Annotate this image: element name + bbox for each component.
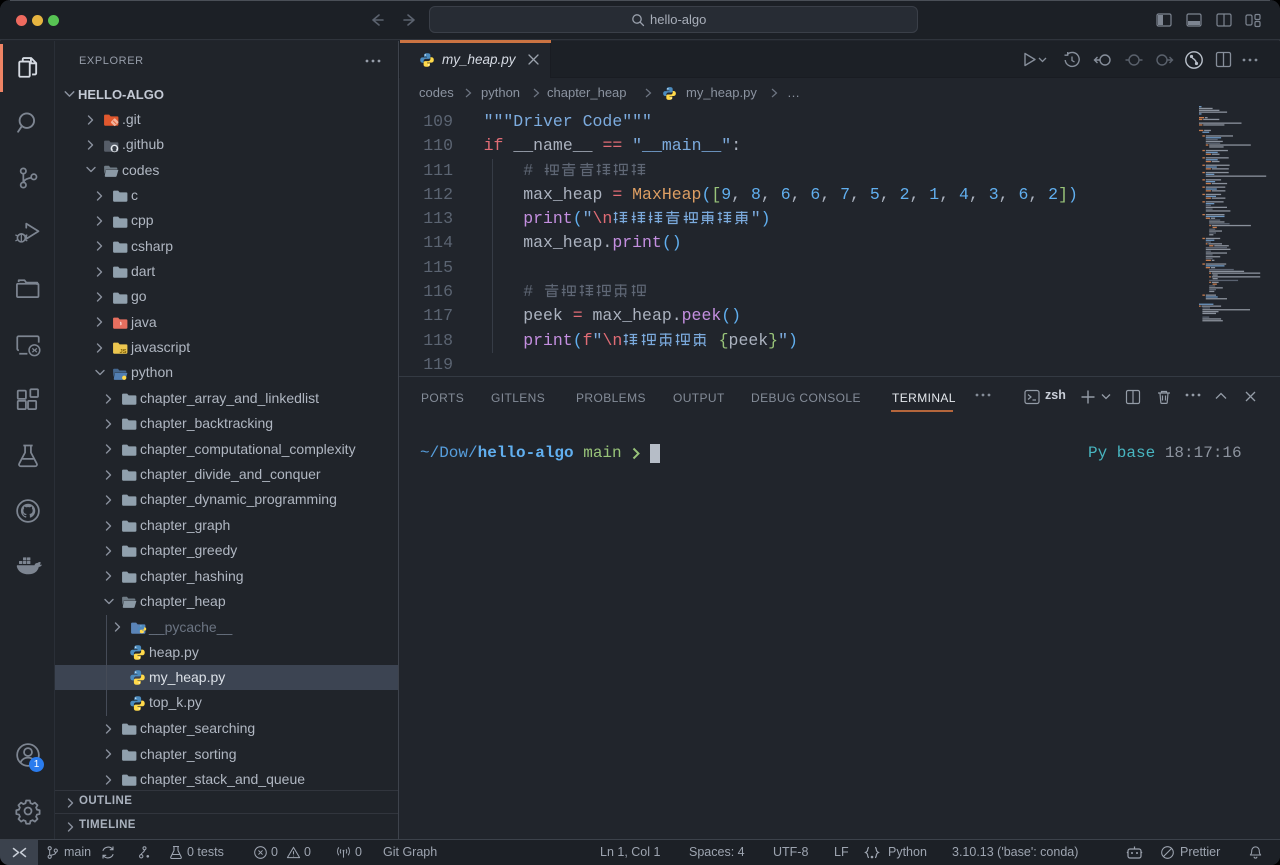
- svg-text:JS: JS: [119, 349, 126, 355]
